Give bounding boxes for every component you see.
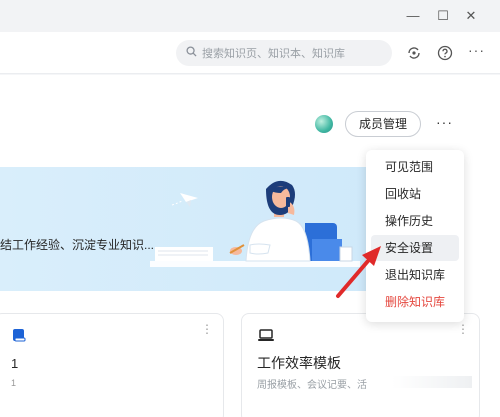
top-header: 搜索知识页、知识本、知识库 ··· bbox=[0, 32, 500, 74]
card-title: 工作效率模板 bbox=[257, 355, 341, 371]
card-menu-button[interactable]: ⋮ bbox=[201, 322, 213, 336]
search-icon bbox=[186, 46, 197, 60]
menu-item-recycle-bin[interactable]: 回收站 bbox=[371, 181, 459, 207]
sync-icon[interactable] bbox=[405, 44, 423, 62]
knowledge-card[interactable]: ⋮ 工作效率模板 周报模板、会议记要、活 bbox=[241, 313, 480, 417]
minimize-button[interactable]: — bbox=[404, 7, 422, 25]
more-icon[interactable]: ··· bbox=[468, 42, 486, 60]
more-options-menu: 可见范围 回收站 操作历史 安全设置 退出知识库 删除知识库 bbox=[366, 150, 464, 322]
help-icon[interactable] bbox=[436, 44, 454, 62]
menu-item-security-settings[interactable]: 安全设置 bbox=[371, 235, 459, 261]
laptop-icon bbox=[257, 327, 275, 346]
book-icon bbox=[11, 327, 27, 346]
welcome-banner: 结工作经验、沉淀专业知识... bbox=[0, 167, 380, 291]
avatar[interactable] bbox=[315, 115, 333, 133]
member-management-button[interactable]: 成员管理 bbox=[345, 111, 421, 137]
card-menu-button[interactable]: ⋮ bbox=[457, 322, 469, 336]
search-input[interactable]: 搜索知识页、知识本、知识库 bbox=[176, 40, 392, 66]
card-title: 1 bbox=[11, 356, 19, 371]
card-subtitle: 周报模板、会议记要、活 bbox=[257, 380, 367, 391]
window-titlebar: — ☐ ✕ bbox=[0, 0, 500, 32]
close-button[interactable]: ✕ bbox=[462, 7, 480, 25]
search-placeholder: 搜索知识页、知识本、知识库 bbox=[202, 48, 345, 60]
menu-item-visibility[interactable]: 可见范围 bbox=[371, 154, 459, 180]
menu-item-exit-knowledge-base[interactable]: 退出知识库 bbox=[371, 262, 459, 288]
menu-item-delete-knowledge-base[interactable]: 删除知识库 bbox=[371, 289, 459, 315]
knowledge-card[interactable]: ⋮ 1 1 bbox=[0, 313, 224, 417]
more-options-button[interactable]: ··· bbox=[436, 115, 456, 129]
banner-illustration bbox=[150, 180, 360, 267]
menu-item-operation-history[interactable]: 操作历史 bbox=[371, 208, 459, 234]
maximize-button[interactable]: ☐ bbox=[434, 7, 452, 25]
card-subtitle: 1 bbox=[11, 378, 17, 388]
card-subtitle-fade bbox=[392, 376, 472, 388]
